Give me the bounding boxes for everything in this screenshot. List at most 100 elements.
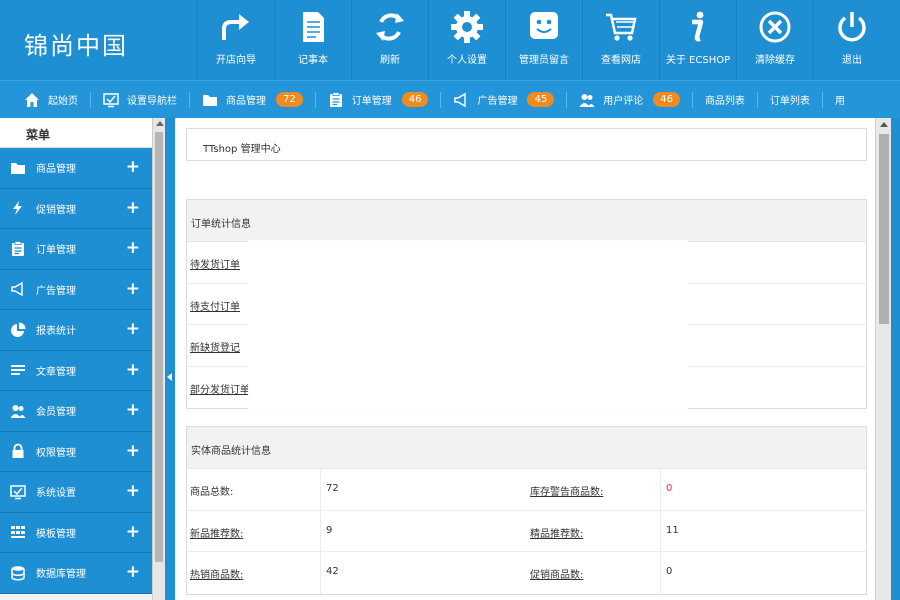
obscured-region bbox=[248, 240, 688, 422]
main-scroll-thumb[interactable] bbox=[879, 134, 889, 324]
expand-icon[interactable]: + bbox=[126, 564, 140, 581]
info-icon bbox=[692, 11, 704, 42]
main-scrollbar[interactable] bbox=[875, 118, 891, 600]
promotion-goods-link[interactable]: 促销商品数: bbox=[530, 566, 583, 581]
nav-item-label: 起始页 bbox=[48, 96, 78, 107]
sidebar-item-permissions[interactable]: 权限管理 + bbox=[0, 431, 152, 472]
megaphone-icon bbox=[11, 282, 23, 297]
sidebar-item-ads[interactable]: 广告管理 + bbox=[0, 269, 152, 310]
expand-icon[interactable]: + bbox=[126, 402, 140, 419]
clipboard-icon bbox=[329, 91, 342, 107]
expand-icon[interactable]: + bbox=[126, 361, 140, 379]
clear-cache-button[interactable]: 清除缓存 bbox=[736, 0, 813, 80]
nav-item-order-list[interactable]: 订单列表 bbox=[770, 92, 810, 107]
sidebar-scrollbar[interactable] bbox=[152, 118, 165, 600]
nav-item-ads[interactable]: 广告管理 45 bbox=[453, 92, 555, 108]
stock-warning-link[interactable]: 库存警告商品数: bbox=[530, 483, 603, 498]
tool-label: 开店向导 bbox=[216, 55, 256, 66]
pending-payment-link[interactable]: 待支付订单 bbox=[190, 298, 240, 313]
folder-icon bbox=[203, 94, 217, 106]
view-shop-button[interactable]: 查看网店 bbox=[582, 0, 659, 80]
lock-icon bbox=[12, 443, 24, 459]
menu-title: 菜单 bbox=[0, 118, 152, 148]
stock-warning-value: 0 bbox=[666, 483, 673, 494]
tool-label: 个人设置 bbox=[447, 55, 487, 66]
clipboard-icon bbox=[12, 240, 24, 256]
new-recommend-link[interactable]: 新品推荐数: bbox=[190, 525, 243, 540]
power-icon bbox=[838, 12, 866, 42]
sidebar-item-members[interactable]: 会员管理 + bbox=[0, 391, 152, 432]
refresh-button[interactable]: 刷新 bbox=[351, 0, 428, 80]
expand-icon[interactable]: + bbox=[126, 321, 140, 338]
sidebar-item-label: 会员管理 bbox=[36, 407, 76, 419]
gear-icon bbox=[451, 11, 483, 43]
expand-icon[interactable]: + bbox=[126, 240, 140, 257]
nav-item-label: 广告管理 bbox=[477, 96, 518, 107]
nav-item-label: 商品管理 bbox=[226, 96, 266, 107]
personal-settings-button[interactable]: 个人设置 bbox=[428, 0, 505, 80]
cell-divider bbox=[660, 469, 661, 510]
tool-label: 清除缓存 bbox=[755, 55, 795, 66]
new-stockout-link[interactable]: 新缺货登记 bbox=[190, 339, 240, 354]
sidebar-item-label: 数据库管理 bbox=[36, 569, 86, 581]
sidebar-item-orders[interactable]: 订单管理 + bbox=[0, 229, 152, 270]
tool-label: 退出 bbox=[842, 55, 862, 66]
nav-item-label: 用户评论 bbox=[603, 96, 644, 107]
pending-shipment-link[interactable]: 待发货订单 bbox=[190, 256, 240, 271]
nav-item-goods-list[interactable]: 商品列表 bbox=[705, 92, 745, 107]
expand-icon[interactable]: + bbox=[126, 280, 140, 298]
expand-icon[interactable]: + bbox=[126, 159, 140, 176]
hot-goods-link[interactable]: 热销商品数: bbox=[190, 566, 243, 581]
notepad-button[interactable]: 记事本 bbox=[274, 0, 351, 80]
best-recommend-link[interactable]: 精品推荐数: bbox=[530, 525, 583, 540]
promotion-goods-value: 0 bbox=[666, 566, 673, 577]
nav-item-truncated[interactable]: 用 bbox=[835, 92, 845, 107]
notepad-icon bbox=[303, 12, 324, 42]
goods-stats-panel: 实体商品统计信息 商品总数: 72 库存警告商品数: 0 新品推荐数: 9 精品… bbox=[186, 426, 867, 595]
scroll-up-arrow-icon[interactable] bbox=[880, 122, 888, 127]
sidebar-item-label: 促销管理 bbox=[36, 204, 76, 216]
nav-item-comments[interactable]: 用户评论 46 bbox=[579, 92, 680, 108]
sidebar-item-label: 广告管理 bbox=[36, 285, 76, 297]
sidebar-item-label: 系统设置 bbox=[36, 488, 76, 500]
logo: 锦尚中国 bbox=[24, 32, 128, 60]
arrow-turn-icon bbox=[222, 14, 249, 40]
expand-icon[interactable]: + bbox=[126, 199, 140, 217]
sidebar-item-articles[interactable]: 文章管理 + bbox=[0, 350, 152, 391]
partial-shipment-link[interactable]: 部分发货订单 bbox=[190, 381, 250, 396]
table-row: 新品推荐数: 9 精品推荐数: 11 bbox=[187, 510, 866, 552]
cell-divider bbox=[320, 552, 321, 594]
setup-wizard-button[interactable]: 开店向导 bbox=[197, 0, 274, 80]
expand-icon[interactable]: + bbox=[126, 442, 140, 460]
nav-item-home[interactable]: 起始页 bbox=[24, 92, 78, 108]
nav-divider bbox=[314, 91, 316, 108]
tool-label: 刷新 bbox=[380, 55, 400, 66]
sidebar-scroll-thumb[interactable] bbox=[155, 132, 163, 562]
table-row: 商品总数: 72 库存警告商品数: 0 bbox=[187, 469, 866, 511]
sidebar-item-reports[interactable]: 报表统计 + bbox=[0, 310, 152, 351]
nav-item-label: 订单管理 bbox=[351, 96, 392, 107]
about-ecshop-button[interactable]: 关于 ECSHOP bbox=[659, 0, 736, 80]
close-circle-icon bbox=[759, 11, 791, 43]
table-row: 热销商品数: 42 促销商品数: 0 bbox=[187, 552, 866, 594]
count-badge: 46 bbox=[653, 92, 680, 107]
sidebar-item-database[interactable]: 数据库管理 + bbox=[0, 553, 152, 594]
sidebar-item-templates[interactable]: 模板管理 + bbox=[0, 512, 152, 553]
tool-label: 查看网店 bbox=[601, 55, 641, 66]
panel-title: 实体商品统计信息 bbox=[187, 427, 866, 469]
sidebar-item-goods[interactable]: 商品管理 + bbox=[0, 148, 152, 189]
tool-label: 关于 ECSHOP bbox=[665, 55, 731, 66]
admin-message-button[interactable]: 管理员留言 bbox=[505, 0, 582, 80]
expand-icon[interactable]: + bbox=[126, 483, 140, 500]
logout-button[interactable]: 退出 bbox=[813, 0, 890, 80]
scroll-up-arrow-icon[interactable] bbox=[156, 121, 164, 126]
expand-icon[interactable]: + bbox=[126, 523, 140, 541]
best-recommend-value: 11 bbox=[666, 524, 679, 536]
sidebar-collapse-toggle[interactable] bbox=[165, 118, 175, 600]
lightning-icon bbox=[13, 201, 22, 216]
nav-item-orders[interactable]: 订单管理 46 bbox=[328, 91, 429, 108]
nav-item-goods[interactable]: 商品管理 72 bbox=[202, 92, 303, 108]
sidebar-item-system-settings[interactable]: 系统设置 + bbox=[0, 472, 152, 513]
nav-item-set-nav[interactable]: 设置导航栏 bbox=[103, 92, 177, 108]
sidebar-item-promotion[interactable]: 促销管理 + bbox=[0, 188, 152, 229]
